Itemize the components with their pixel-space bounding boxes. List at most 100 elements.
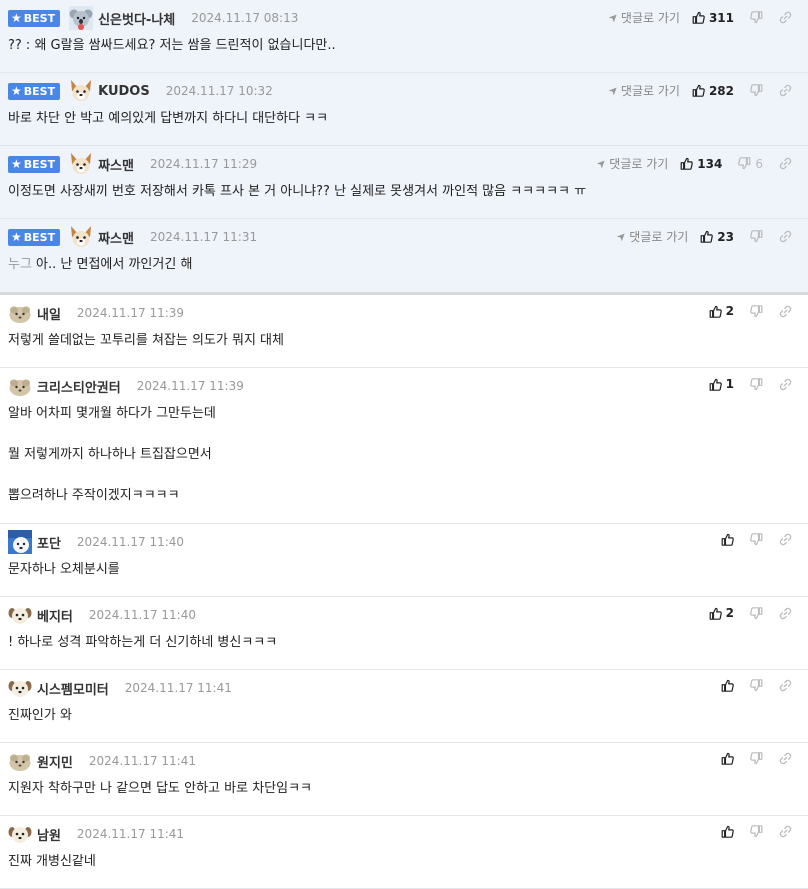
- comment-text: 지원자 착하구만 나 같으면 답도 안하고 바로 차단임ㅋㅋ: [8, 779, 800, 799]
- avatar[interactable]: [8, 374, 37, 398]
- navigate-arrow-icon: ➤: [593, 155, 610, 172]
- copy-link-button[interactable]: [779, 752, 792, 765]
- dislike-button[interactable]: [750, 679, 763, 692]
- nickname[interactable]: 포단: [37, 533, 61, 552]
- copy-link-button[interactable]: [779, 11, 792, 24]
- nickname[interactable]: 크리스티안권터: [37, 377, 121, 396]
- nickname[interactable]: 시스펨모미터: [37, 679, 109, 698]
- best-badge-label: BEST: [23, 230, 56, 244]
- copy-link-button[interactable]: [779, 378, 792, 391]
- comment-date: 2024.11.17 11:41: [76, 827, 185, 841]
- goto-comment-label: 댓글로 가기: [609, 157, 669, 171]
- nickname[interactable]: 짜스맨: [98, 155, 134, 174]
- like-button[interactable]: 134: [680, 157, 722, 171]
- comment-date: 2024.11.17 11:40: [76, 535, 185, 549]
- link-icon: [779, 679, 792, 692]
- goto-comment-button[interactable]: ➤ 댓글로 가기: [605, 9, 679, 26]
- comment-date: 2024.11.17 11:39: [76, 306, 185, 320]
- avatar[interactable]: [8, 822, 37, 846]
- avatar[interactable]: [69, 225, 98, 249]
- reply-mention[interactable]: 누그: [8, 257, 32, 272]
- thumbs-up-icon: [721, 679, 734, 692]
- like-button[interactable]: [721, 679, 734, 692]
- comment-header: ★ BEST KUDOS 2024.11.17 10:32 ➤ 댓글로 가기 282: [8, 73, 800, 109]
- thumbs-up-icon: [709, 607, 722, 620]
- dislike-button[interactable]: [750, 377, 763, 391]
- comment-header: 내일 2024.11.17 11:39 2: [8, 295, 800, 331]
- copy-link-button[interactable]: [779, 230, 792, 243]
- comment-header: ★ BEST 짜스맨 2024.11.17 11:31 ➤ 댓글로 가기 23: [8, 219, 800, 255]
- nickname[interactable]: 짜스맨: [98, 228, 134, 247]
- copy-link-button[interactable]: [779, 533, 792, 546]
- comment-text-content: 알바 어차피 몇개월 하다가 그만두는데: [8, 406, 216, 421]
- like-button[interactable]: [721, 533, 734, 546]
- avatar[interactable]: [8, 301, 37, 325]
- dislike-button[interactable]: 6: [738, 157, 763, 171]
- comment-meta: 원지민 2024.11.17 11:41: [8, 749, 196, 773]
- comment-text: ?? : 왜 G랄을 쌈싸드세요? 저는 쌈을 드린적이 없습니다만..: [8, 36, 800, 56]
- avatar[interactable]: [8, 749, 37, 773]
- comment-body: 진짜인가 와: [8, 706, 800, 738]
- link-icon: [779, 378, 792, 391]
- like-button[interactable]: [721, 825, 734, 838]
- dislike-button[interactable]: [750, 230, 763, 243]
- copy-link-button[interactable]: [779, 305, 792, 318]
- copy-link-button[interactable]: [779, 679, 792, 692]
- best-badge: ★ BEST: [8, 228, 61, 246]
- dislike-button[interactable]: [750, 533, 763, 546]
- goto-comment-button[interactable]: ➤ 댓글로 가기: [614, 228, 689, 245]
- nickname[interactable]: KUDOS: [98, 84, 150, 99]
- copy-link-button[interactable]: [779, 607, 792, 620]
- like-button[interactable]: [721, 752, 734, 765]
- comment-item: 원지민 2024.11.17 11:41 지원자 착하구만 나 같으면 답도 안하고…: [0, 743, 808, 816]
- dislike-button[interactable]: [750, 825, 763, 838]
- comment-text-content: 이정도면 사장새끼 번호 저장해서 카톡 프사 본 거 아니냐?? 난 실제로 …: [8, 184, 587, 199]
- avatar[interactable]: [8, 603, 37, 627]
- like-button[interactable]: 311: [692, 11, 734, 25]
- goto-comment-button[interactable]: ➤ 댓글로 가기: [593, 155, 669, 172]
- comment-item: 포단 2024.11.17 11:40 문자하나 오체분시를: [0, 524, 808, 597]
- like-button[interactable]: 1: [709, 377, 734, 391]
- nickname[interactable]: 남원: [37, 825, 61, 844]
- nickname[interactable]: 베지터: [37, 606, 73, 625]
- goto-comment-label: 댓글로 가기: [620, 84, 680, 98]
- dislike-button[interactable]: [750, 752, 763, 765]
- nickname[interactable]: 내일: [37, 304, 61, 323]
- comment-item: 크리스티안권터 2024.11.17 11:39 1 알바 어차피 몇개월 하다가 그…: [0, 368, 808, 524]
- star-icon: ★: [11, 157, 22, 171]
- comment-actions: 1: [709, 377, 792, 391]
- comment-text-content: ?? : 왜 G랄을 쌈싸드세요? 저는 쌈을 드린적이 없습니다만..: [8, 38, 336, 53]
- thumbs-up-icon: [721, 825, 734, 838]
- dislike-button[interactable]: [750, 11, 763, 24]
- copy-link-button[interactable]: [779, 84, 792, 97]
- like-button[interactable]: 2: [709, 606, 734, 620]
- comment-item: ★ BEST 짜스맨 2024.11.17 11:29 ➤ 댓글로 가기 134 6 이정도면 …: [0, 146, 808, 219]
- nickname[interactable]: 신은벗다-나체: [98, 9, 175, 28]
- avatar[interactable]: [8, 530, 37, 554]
- avatar[interactable]: [69, 6, 98, 30]
- best-badge-label: BEST: [23, 84, 56, 98]
- avatar[interactable]: [69, 152, 98, 176]
- copy-link-button[interactable]: [779, 825, 792, 838]
- like-button[interactable]: 2: [709, 304, 734, 318]
- comment-item: 시스펨모미터 2024.11.17 11:41 진짜인가 와: [0, 670, 808, 743]
- dislike-button[interactable]: [750, 84, 763, 97]
- comment-meta: ★ BEST 짜스맨 2024.11.17 11:31: [8, 225, 257, 249]
- dislike-button[interactable]: [750, 606, 763, 620]
- goto-comment-label: 댓글로 가기: [629, 230, 689, 244]
- thumbs-up-icon: [680, 157, 694, 170]
- nickname[interactable]: 원지민: [37, 752, 73, 771]
- best-badge: ★ BEST: [8, 155, 61, 173]
- comment-actions: 2: [709, 304, 792, 318]
- copy-link-button[interactable]: [779, 157, 792, 170]
- comment-body: ! 하나로 성격 파악하는게 더 신기하네 병신ㅋㅋㅋ: [8, 633, 800, 665]
- dislike-button[interactable]: [750, 304, 763, 318]
- comment-meta: 남원 2024.11.17 11:41: [8, 822, 184, 846]
- comment-text-content: 저렇게 쓸데없는 꼬투리를 쳐잡는 의도가 뭐지 대체: [8, 333, 284, 348]
- comment-header: 원지민 2024.11.17 11:41: [8, 743, 800, 779]
- goto-comment-button[interactable]: ➤ 댓글로 가기: [605, 82, 680, 99]
- like-button[interactable]: 23: [700, 230, 734, 244]
- avatar[interactable]: [69, 79, 98, 103]
- like-button[interactable]: 282: [692, 84, 734, 98]
- avatar[interactable]: [8, 676, 37, 700]
